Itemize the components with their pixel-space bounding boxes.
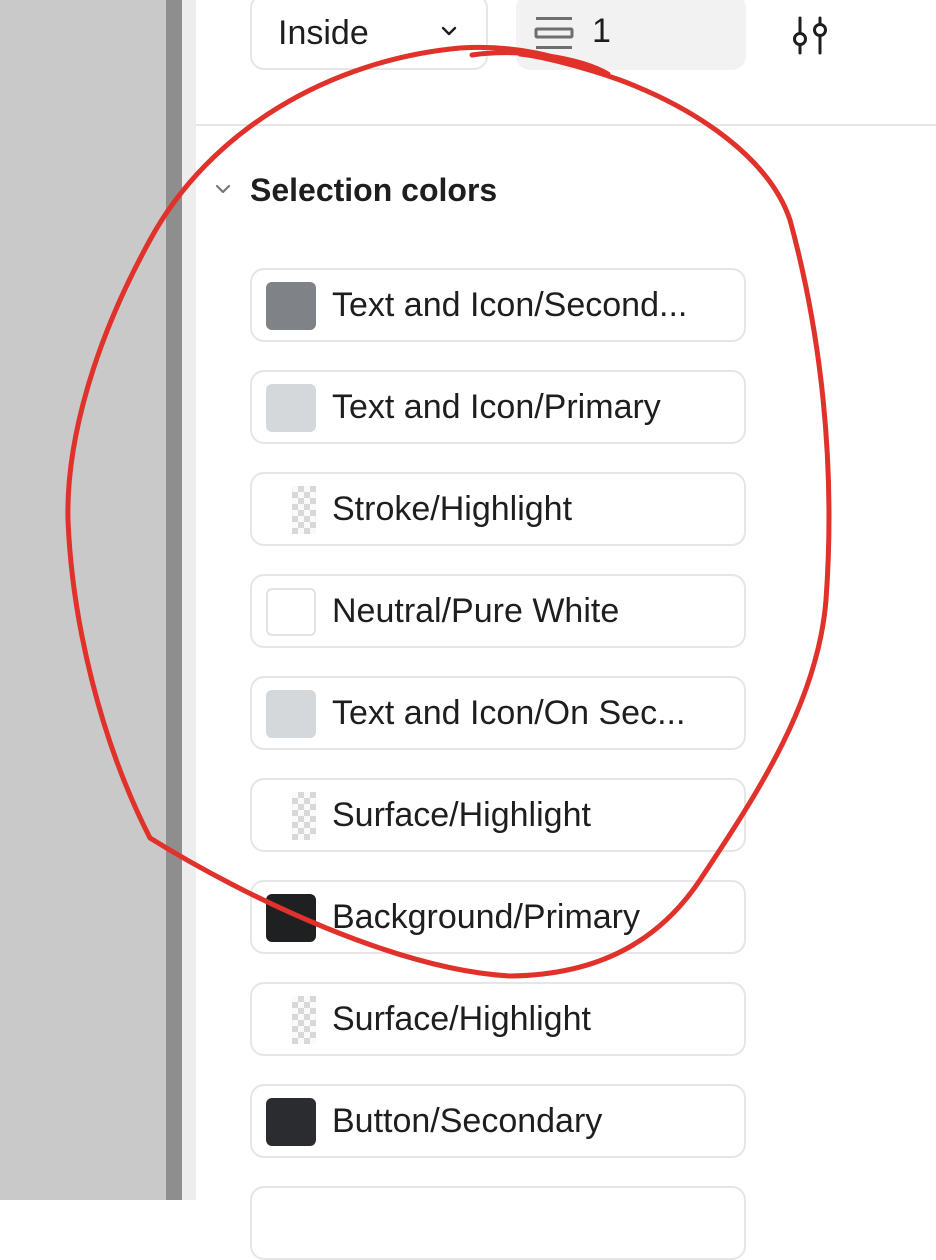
stroke-position-value: Inside xyxy=(278,14,369,52)
color-row[interactable]: Surface/Highlight xyxy=(250,982,746,1056)
color-swatch[interactable] xyxy=(266,894,316,942)
color-name: Background/Primary xyxy=(332,898,641,936)
advanced-stroke-settings-icon[interactable] xyxy=(788,14,832,63)
color-swatch[interactable] xyxy=(266,384,316,432)
section-divider xyxy=(196,124,936,126)
panel-resize-handle[interactable] xyxy=(166,0,182,1200)
color-row[interactable]: Text and Icon/Second... xyxy=(250,268,746,342)
transparent-swatch[interactable] xyxy=(292,486,316,534)
color-swatch[interactable] xyxy=(266,1098,316,1146)
section-title: Selection colors xyxy=(250,172,498,208)
color-row[interactable]: Background/Primary xyxy=(250,880,746,954)
color-swatch[interactable] xyxy=(266,588,316,636)
color-row[interactable]: Surface/Highlight xyxy=(250,778,746,852)
panel-edge xyxy=(182,0,196,1200)
color-name: Text and Icon/Second... xyxy=(332,286,688,324)
color-name: Button/Secondary xyxy=(332,1102,603,1140)
color-name: Neutral/Pure White xyxy=(332,592,620,630)
color-name: Text and Icon/Primary xyxy=(332,388,661,426)
chevron-down-icon[interactable] xyxy=(214,182,232,200)
stroke-weight-field[interactable]: 1 xyxy=(516,0,746,70)
color-swatch[interactable] xyxy=(266,690,316,738)
color-row[interactable]: Text and Icon/Primary xyxy=(250,370,746,444)
transparent-swatch[interactable] xyxy=(292,996,316,1044)
color-row[interactable]: Neutral/Pure White xyxy=(250,574,746,648)
stroke-weight-value: 1 xyxy=(592,12,611,50)
transparent-swatch[interactable] xyxy=(292,792,316,840)
canvas-area[interactable] xyxy=(0,0,166,1200)
color-row[interactable]: Text and Icon/On Sec... xyxy=(250,676,746,750)
chevron-down-icon xyxy=(440,24,458,42)
color-swatch[interactable] xyxy=(266,282,316,330)
color-name: Stroke/Highlight xyxy=(332,490,573,528)
color-name: Text and Icon/On Sec... xyxy=(332,694,686,732)
stroke-weight-icon xyxy=(534,14,576,59)
color-name: Surface/Highlight xyxy=(332,1000,591,1038)
stroke-position-dropdown[interactable]: Inside xyxy=(250,0,488,70)
color-row-partial[interactable] xyxy=(250,1186,746,1260)
color-row[interactable]: Button/Secondary xyxy=(250,1084,746,1158)
color-row[interactable]: Stroke/Highlight xyxy=(250,472,746,546)
color-name: Surface/Highlight xyxy=(332,796,591,834)
